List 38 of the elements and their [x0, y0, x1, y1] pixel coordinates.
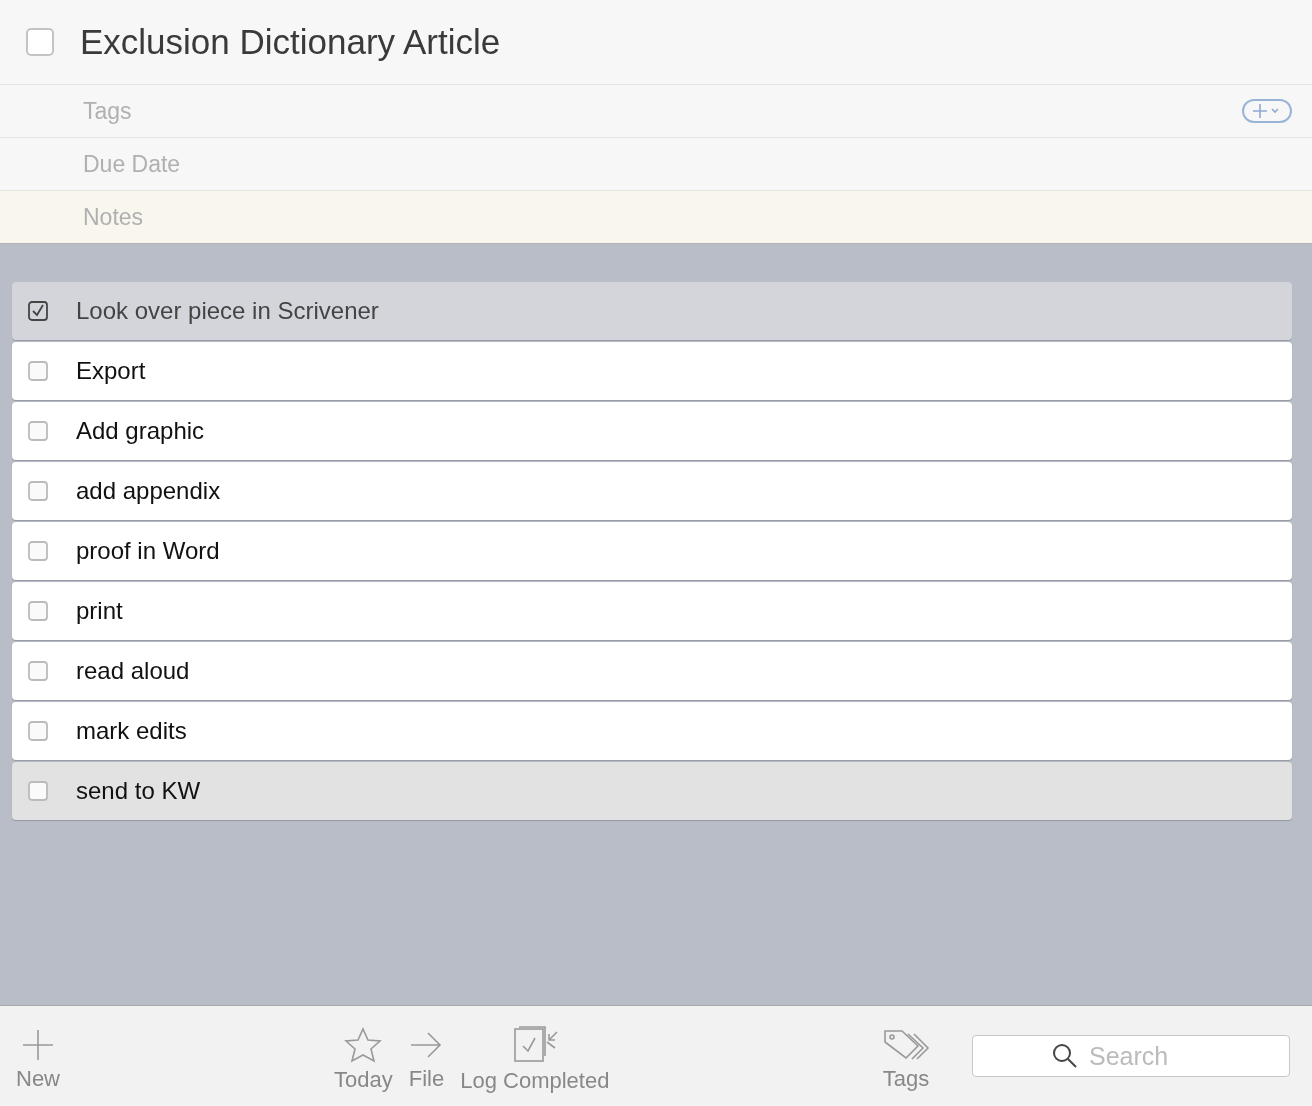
- todo-row[interactable]: read aloud: [12, 642, 1292, 700]
- todo-row[interactable]: Export: [12, 342, 1292, 400]
- checkbox[interactable]: [28, 361, 48, 381]
- todo-label: Export: [76, 357, 146, 385]
- todo-row[interactable]: add appendix: [12, 462, 1292, 520]
- tags-field[interactable]: Tags: [0, 85, 1242, 137]
- todo-label: Look over piece in Scrivener: [76, 297, 379, 325]
- search-icon: [1052, 1043, 1078, 1069]
- project-title: Exclusion Dictionary Article: [80, 22, 501, 62]
- todo-label: read aloud: [76, 657, 190, 685]
- due-date-field[interactable]: Due Date: [0, 138, 1292, 190]
- todo-row[interactable]: Add graphic: [12, 402, 1292, 460]
- todo-row[interactable]: proof in Word: [12, 522, 1292, 580]
- checkbox[interactable]: [28, 601, 48, 621]
- todo-row[interactable]: send to KW: [12, 762, 1292, 820]
- tags-icon: [882, 1028, 930, 1062]
- plus-icon: [21, 1028, 55, 1062]
- notes-field[interactable]: Notes: [0, 191, 1312, 243]
- checkbox[interactable]: [28, 541, 48, 561]
- checkbox[interactable]: [28, 481, 48, 501]
- add-tag-button[interactable]: [1242, 99, 1292, 123]
- checkbox[interactable]: [28, 661, 48, 681]
- todo-label: proof in Word: [76, 537, 220, 565]
- todo-row[interactable]: print: [12, 582, 1292, 640]
- todo-row[interactable]: mark edits: [12, 702, 1292, 760]
- star-icon: [343, 1027, 384, 1063]
- todo-row[interactable]: Look over piece in Scrivener: [12, 282, 1292, 340]
- checked-checkbox[interactable]: [28, 301, 48, 321]
- todo-label: send to KW: [76, 777, 201, 805]
- todo-label: mark edits: [76, 717, 187, 745]
- search-field[interactable]: Search: [972, 1035, 1290, 1077]
- todo-label: print: [76, 597, 123, 625]
- todo-label: add appendix: [76, 477, 221, 505]
- checkbox[interactable]: [28, 421, 48, 441]
- project-checkbox[interactable]: [26, 28, 54, 56]
- checkbox[interactable]: [28, 721, 48, 741]
- todo-label: Add graphic: [76, 417, 205, 445]
- checkbox[interactable]: [28, 781, 48, 801]
